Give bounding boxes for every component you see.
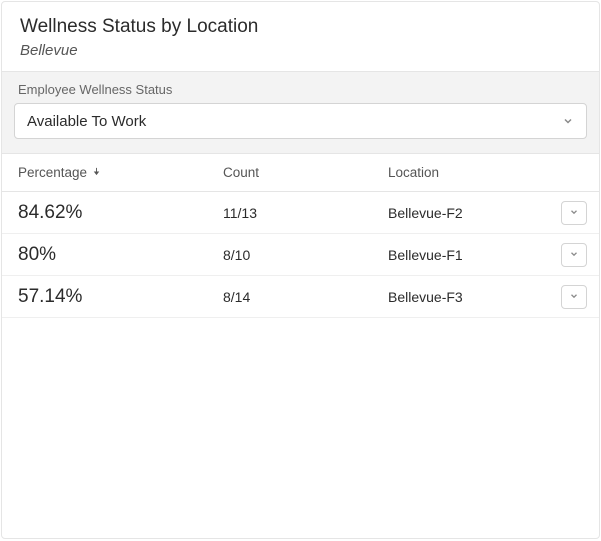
filter-label: Employee Wellness Status xyxy=(18,82,587,97)
cell-location: Bellevue-F3 xyxy=(388,289,561,305)
column-header-count-label: Count xyxy=(223,165,259,180)
column-header-percentage-label: Percentage xyxy=(18,165,87,180)
cell-count: 8/10 xyxy=(223,247,388,263)
column-header-location[interactable]: Location xyxy=(388,165,561,180)
sort-descending-icon xyxy=(91,165,102,180)
chevron-down-icon xyxy=(562,115,574,127)
cell-percentage: 57.14% xyxy=(18,286,223,308)
table-header-row: Percentage Count Location xyxy=(2,154,599,192)
chevron-down-icon xyxy=(569,204,579,222)
column-header-count[interactable]: Count xyxy=(223,165,388,180)
data-table: Percentage Count Location 84.62% 11/13 B… xyxy=(2,154,599,538)
card-header: Wellness Status by Location Bellevue xyxy=(2,2,599,71)
cell-count: 11/13 xyxy=(223,205,388,221)
cell-percentage: 84.62% xyxy=(18,202,223,224)
card-title: Wellness Status by Location xyxy=(20,16,581,38)
status-dropdown-value: Available To Work xyxy=(27,113,146,130)
table-row: 57.14% 8/14 Bellevue-F3 xyxy=(2,276,599,318)
filter-panel: Employee Wellness Status Available To Wo… xyxy=(2,71,599,154)
chevron-down-icon xyxy=(569,246,579,264)
card-subtitle: Bellevue xyxy=(20,42,581,59)
cell-location: Bellevue-F1 xyxy=(388,247,561,263)
table-body: 84.62% 11/13 Bellevue-F2 80% 8/10 Bellev… xyxy=(2,192,599,318)
cell-percentage: 80% xyxy=(18,244,223,266)
table-row: 84.62% 11/13 Bellevue-F2 xyxy=(2,192,599,234)
row-action-button[interactable] xyxy=(561,201,587,225)
status-dropdown[interactable]: Available To Work xyxy=(14,103,587,139)
wellness-status-card: Wellness Status by Location Bellevue Emp… xyxy=(1,1,600,539)
row-action-button[interactable] xyxy=(561,285,587,309)
table-row: 80% 8/10 Bellevue-F1 xyxy=(2,234,599,276)
column-header-location-label: Location xyxy=(388,165,439,180)
cell-count: 8/14 xyxy=(223,289,388,305)
row-action-button[interactable] xyxy=(561,243,587,267)
column-header-percentage[interactable]: Percentage xyxy=(18,165,223,180)
chevron-down-icon xyxy=(569,288,579,306)
cell-location: Bellevue-F2 xyxy=(388,205,561,221)
